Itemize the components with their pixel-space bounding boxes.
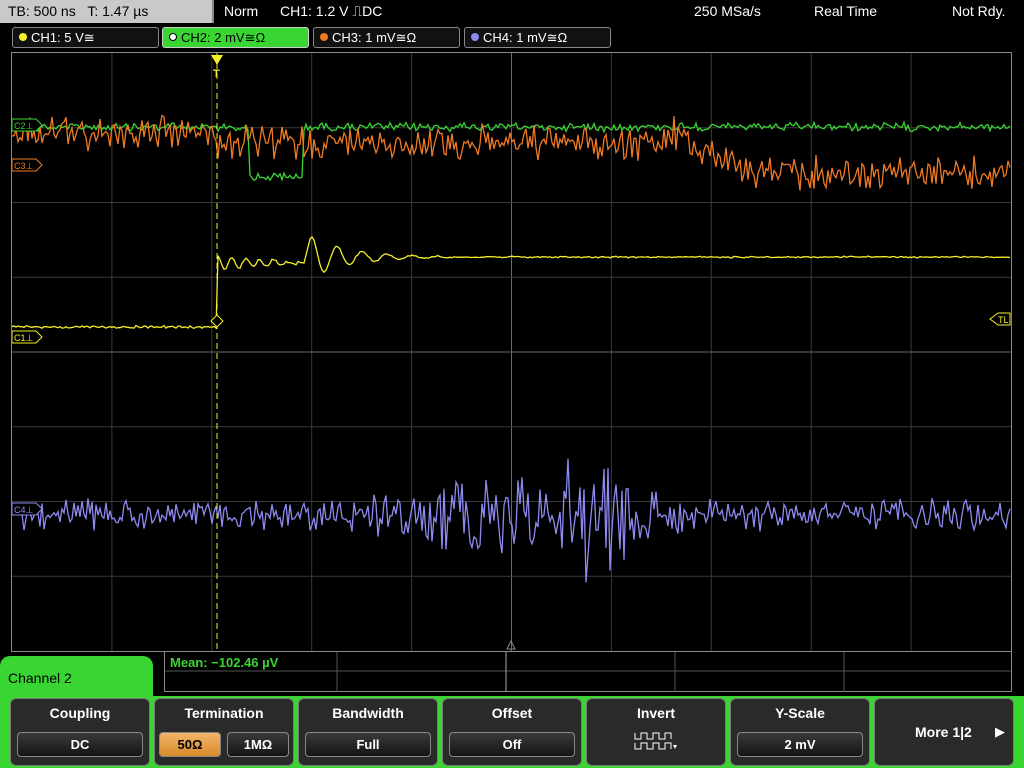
offset-title: Offset bbox=[491, 705, 533, 721]
menu-title-tab: Channel 2 bbox=[0, 656, 153, 701]
trigger-time-readout: T: 1.47 µs bbox=[87, 3, 149, 19]
coupling-softkey[interactable]: Coupling DC bbox=[10, 698, 150, 766]
termination-title: Termination bbox=[184, 705, 264, 721]
trigger-position-label: T bbox=[213, 68, 220, 80]
offset-softkey[interactable]: Offset Off bbox=[442, 698, 582, 766]
termination-1mohm-option[interactable]: 1MΩ bbox=[227, 732, 289, 757]
ch2-label: CH2: 2 mV≅Ω bbox=[181, 30, 266, 45]
yscale-title: Y-Scale bbox=[775, 705, 825, 721]
trigger-level-label: TL bbox=[998, 315, 1009, 325]
yscale-value[interactable]: 2 mV bbox=[737, 732, 863, 757]
offset-value[interactable]: Off bbox=[449, 732, 575, 757]
ch3-color-dot bbox=[320, 33, 328, 41]
coupling-title: Coupling bbox=[49, 705, 111, 721]
timebase-readout: TB: 500 ns bbox=[8, 3, 76, 19]
bandwidth-softkey[interactable]: Bandwidth Full bbox=[298, 698, 438, 766]
more-softkey[interactable]: More 1|2 ▶ bbox=[874, 698, 1014, 766]
graticule bbox=[12, 53, 1011, 651]
acquisition-mode: Real Time bbox=[814, 3, 878, 19]
status-bar: Norm CH1: 1.2 V ⎍DC 250 MSa/s Real Time … bbox=[216, 0, 1024, 23]
measurement-grid bbox=[165, 652, 1011, 692]
coupling-value[interactable]: DC bbox=[17, 732, 143, 757]
ch4-color-dot bbox=[471, 33, 479, 41]
chevron-right-icon: ▶ bbox=[995, 724, 1005, 739]
sample-rate: 250 MSa/s bbox=[694, 3, 761, 19]
termination-50ohm-option[interactable]: 50Ω bbox=[159, 732, 221, 757]
ch4-label: CH4: 1 mV≅Ω bbox=[483, 30, 568, 45]
ch3-label: CH3: 1 mV≅Ω bbox=[332, 30, 417, 45]
trigger-position-marker[interactable] bbox=[211, 55, 223, 65]
ch3-ground-label: C3⊥ bbox=[14, 161, 34, 171]
waveform-canvas[interactable]: T TL C3⊥ C1⊥ C2⊥ C4⊥ bbox=[12, 53, 1011, 651]
waveform-display[interactable]: T TL C3⊥ C1⊥ C2⊥ C4⊥ bbox=[11, 52, 1012, 652]
invert-softkey[interactable]: Invert bbox=[586, 698, 726, 766]
trigger-source: CH1: 1.2 V ⎍DC bbox=[280, 3, 383, 19]
trigger-point-icon bbox=[210, 314, 224, 328]
tab-ch4[interactable]: CH4: 1 mV≅Ω bbox=[464, 27, 611, 48]
trigger-state: Not Rdy. bbox=[952, 3, 1006, 19]
menu-title: Channel 2 bbox=[8, 670, 72, 686]
invert-waveform-icon bbox=[634, 732, 677, 750]
ch4-ground-label: C4⊥ bbox=[14, 505, 34, 515]
trigger-mode: Norm bbox=[224, 3, 259, 19]
ch1-ground-label: C1⊥ bbox=[14, 333, 34, 343]
status-timebase-panel[interactable]: TB: 500 ns T: 1.47 µs bbox=[0, 0, 214, 23]
tab-ch2[interactable]: CH2: 2 mV≅Ω bbox=[162, 27, 309, 48]
tab-ch3[interactable]: CH3: 1 mV≅Ω bbox=[313, 27, 460, 48]
ch1-color-dot bbox=[19, 33, 27, 41]
ch2-ground-label: C2⊥ bbox=[14, 121, 34, 131]
invert-title: Invert bbox=[636, 705, 676, 721]
ch2-color-dot bbox=[169, 33, 177, 41]
termination-softkey[interactable]: Termination 50Ω 1MΩ bbox=[154, 698, 294, 766]
ch1-label: CH1: 5 V≅ bbox=[31, 30, 95, 45]
bandwidth-title: Bandwidth bbox=[332, 705, 404, 721]
yscale-softkey[interactable]: Y-Scale 2 mV bbox=[730, 698, 870, 766]
more-label: More 1|2 bbox=[915, 724, 972, 740]
tab-ch1[interactable]: CH1: 5 V≅ bbox=[12, 27, 159, 48]
measurement-panel: Mean: −102.46 µV bbox=[164, 652, 1012, 692]
bandwidth-value[interactable]: Full bbox=[305, 732, 431, 757]
